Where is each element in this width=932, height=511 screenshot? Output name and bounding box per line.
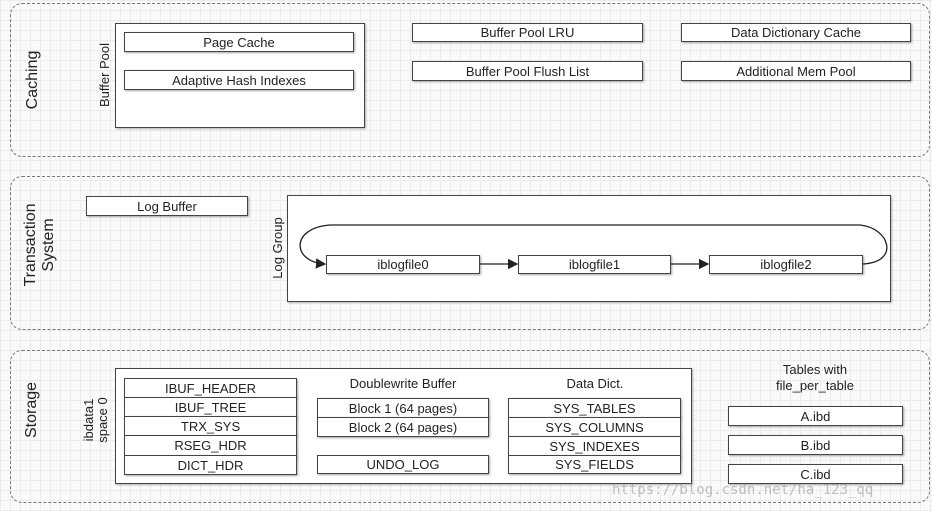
a-ibd: A.ibd — [728, 406, 903, 426]
ibdata1-line1: ibdata1 — [81, 398, 96, 442]
dict-hdr: DICT_HDR — [124, 455, 297, 475]
undo-log: UNDO_LOG — [317, 455, 489, 474]
file-per-table-line2: file_per_table — [775, 378, 855, 393]
file-per-table-label: Tables with file_per_table — [776, 362, 854, 394]
watermark: https://blog.csdn.net/ha_123_qq — [612, 482, 874, 498]
ibdata1-label: ibdata1 space 0 — [81, 397, 110, 443]
doublewrite-block-1: Block 1 (64 pages) — [317, 398, 489, 418]
storage-label: Storage — [23, 381, 40, 439]
ibuf-header: IBUF_HEADER — [124, 378, 297, 398]
sys-tables: SYS_TABLES — [508, 398, 681, 418]
sys-columns: SYS_COLUMNS — [508, 417, 681, 437]
ibuf-tree: IBUF_TREE — [124, 397, 297, 417]
sys-fields: SYS_FIELDS — [508, 455, 681, 474]
file-per-table-line1: Tables with — [782, 362, 848, 377]
iblogfile1: iblogfile1 — [518, 255, 671, 274]
doublewrite-block-2: Block 2 (64 pages) — [317, 417, 489, 437]
rseg-hdr: RSEG_HDR — [124, 435, 297, 456]
iblogfile2: iblogfile2 — [709, 255, 863, 274]
sys-indexes: SYS_INDEXES — [508, 436, 681, 456]
doublewrite-buffer-label: Doublewrite Buffer — [349, 376, 457, 391]
data-dict-label: Data Dict. — [566, 376, 624, 391]
c-ibd: C.ibd — [728, 464, 903, 484]
trx-sys: TRX_SYS — [124, 416, 297, 436]
ibdata1-line2: space 0 — [95, 397, 110, 443]
b-ibd: B.ibd — [728, 435, 903, 455]
iblogfile0: iblogfile0 — [326, 255, 480, 274]
